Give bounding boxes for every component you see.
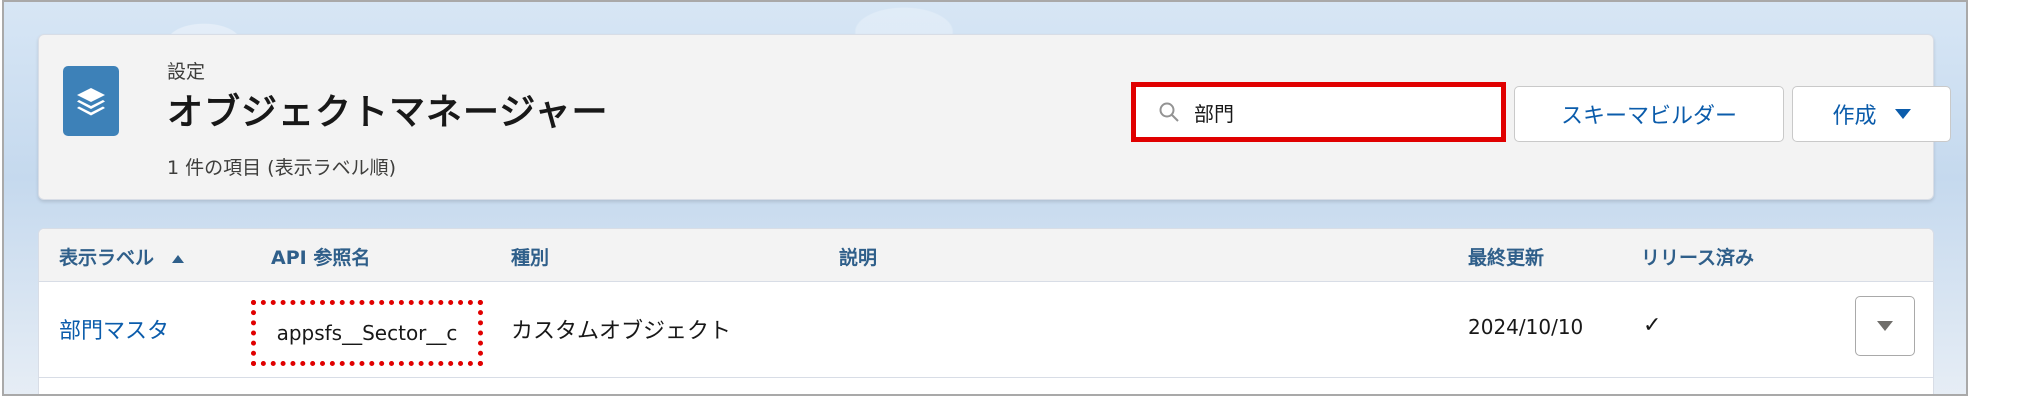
- object-label-link[interactable]: 部門マスタ: [59, 313, 169, 345]
- table-header: 表示ラベル API 参照名 種別 説明 最終更新 リリース済み: [39, 229, 1933, 282]
- type-cell: カスタムオブジェクト: [511, 319, 732, 344]
- schema-builder-button[interactable]: スキーマビルダー: [1514, 86, 1784, 142]
- page-header: 設定 オブジェクトマネージャー 1 件の項目 (表示ラベル順) 部門 スキーマビ…: [38, 34, 1951, 200]
- schema-builder-label: スキーマビルダー: [1560, 104, 1737, 129]
- chevron-down-icon: [1894, 109, 1911, 119]
- search-value[interactable]: 部門: [1194, 98, 1234, 127]
- search-icon: [1159, 102, 1179, 122]
- column-last-modified[interactable]: 最終更新: [1468, 243, 1544, 270]
- sort-ascending-icon[interactable]: [172, 254, 185, 263]
- search-input[interactable]: 部門: [1131, 82, 1506, 142]
- new-button[interactable]: 作成: [1792, 86, 1951, 142]
- column-type[interactable]: 種別: [511, 243, 549, 270]
- column-deployed[interactable]: リリース済み: [1641, 243, 1754, 270]
- chevron-down-icon: [1877, 321, 1893, 331]
- column-label[interactable]: 表示ラベル: [59, 243, 185, 270]
- column-api-name[interactable]: API 参照名: [271, 243, 370, 270]
- last-modified-cell: 2024/10/10: [1468, 315, 1584, 339]
- api-name-cell: appsfs__Sector__c: [251, 300, 483, 366]
- page-title: オブジェクトマネージャー: [167, 92, 609, 133]
- layers-icon: [63, 66, 119, 136]
- breadcrumb[interactable]: 設定: [167, 57, 205, 84]
- column-description[interactable]: 説明: [839, 243, 877, 270]
- row-divider: [39, 377, 1933, 378]
- checkmark-icon: ✓: [1643, 313, 1662, 338]
- page-background: 設定 オブジェクトマネージャー 1 件の項目 (表示ラベル順) 部門 スキーマビ…: [2, 0, 1968, 396]
- row-actions-button[interactable]: [1855, 296, 1915, 356]
- new-button-label: 作成: [1832, 104, 1877, 129]
- object-list: 表示ラベル API 参照名 種別 説明 最終更新 リリース済み 部門マスタ ap…: [38, 228, 1934, 394]
- item-count: 1 件の項目 (表示ラベル順): [167, 157, 396, 179]
